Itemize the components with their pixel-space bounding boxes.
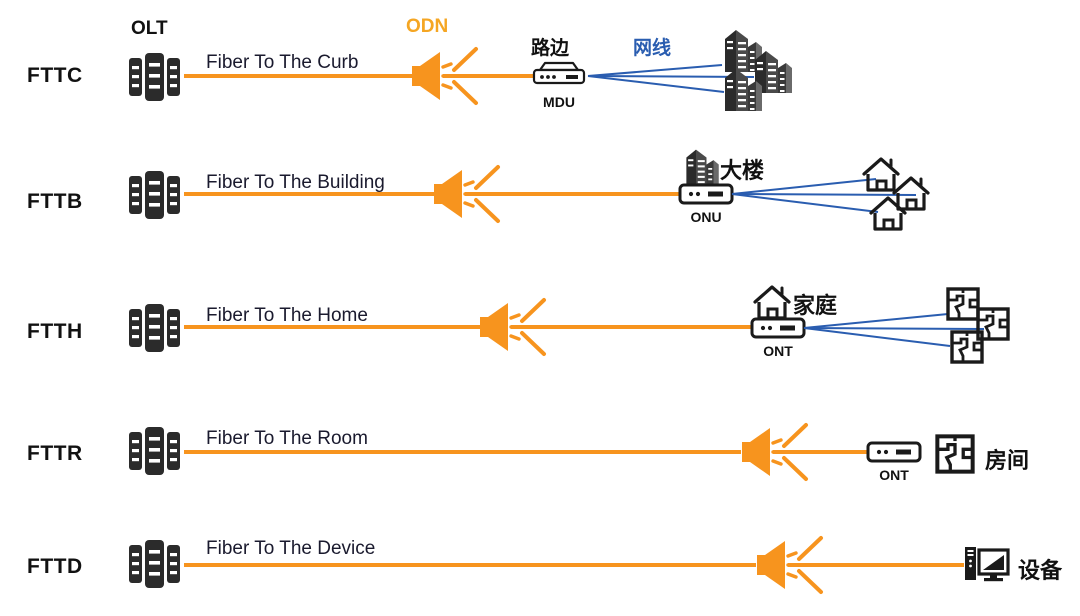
building-icon-fttc-3 (722, 66, 766, 114)
node-caption-ftth: ONT (763, 343, 793, 359)
fiber-line-fttc-left (184, 74, 412, 78)
row-tag-fttb: FTTB (27, 190, 83, 213)
olt-icon-ftth (128, 300, 184, 356)
fiber-label-ftth: Fiber To The Home (206, 305, 368, 326)
odn-splitter-ftth (472, 296, 552, 358)
fttx-diagram: OLT ODN FTTC Fiber To The Curb 路边 网线 MDU… (0, 0, 1080, 616)
ont-icon-fttr (866, 441, 922, 463)
fiber-line-ftth-left (184, 325, 480, 329)
olt-icon-fttd (128, 536, 184, 592)
row-tag-ftth: FTTH (27, 320, 83, 343)
mdu-icon-fttc (528, 60, 590, 90)
fiber-label-fttb: Fiber To The Building (206, 172, 385, 193)
house-icon-fttb-3 (868, 194, 910, 234)
floorplan-icon-ftth-1 (946, 287, 980, 321)
row-tag-fttd: FTTD (27, 555, 83, 578)
floorplan-icon-ftth-3 (950, 330, 984, 364)
node-caption-fttb: ONU (690, 209, 722, 225)
node-caption-fttr: ONT (879, 467, 909, 483)
computer-icon-fttd (963, 544, 1011, 586)
olt-icon-fttc (128, 49, 184, 105)
fiber-line-fttr-left (184, 450, 741, 454)
odn-header-label: ODN (406, 16, 449, 37)
node-caption-fttc: MDU (543, 94, 575, 110)
odn-splitter-fttd (749, 534, 829, 596)
onu-icon-fttb (678, 183, 734, 205)
ont-icon-ftth (750, 317, 806, 339)
odn-splitter-fttb (426, 163, 506, 225)
olt-header-label: OLT (131, 18, 168, 39)
row-tag-fttc: FTTC (27, 64, 83, 87)
endpoint-cn-label-fttr: 房间 (985, 448, 1030, 473)
fiber-label-fttr: Fiber To The Room (206, 428, 368, 449)
olt-icon-fttb (128, 167, 184, 223)
fiber-label-fttd: Fiber To The Device (206, 538, 376, 559)
olt-icon-fttr (128, 423, 184, 479)
fiber-label-fttc: Fiber To The Curb (206, 52, 359, 73)
node-cn-label-fttc: 路边 (531, 38, 570, 59)
endpoint-cn-label-fttd: 设备 (1018, 558, 1063, 583)
fiber-line-fttb-left (184, 192, 434, 196)
odn-splitter-fttr (734, 421, 814, 483)
row-tag-fttr: FTTR (27, 442, 83, 465)
fiber-line-fttd-left (184, 563, 756, 567)
floorplan-icon-fttr-1 (935, 434, 975, 474)
odn-splitter-fttc (404, 45, 484, 107)
